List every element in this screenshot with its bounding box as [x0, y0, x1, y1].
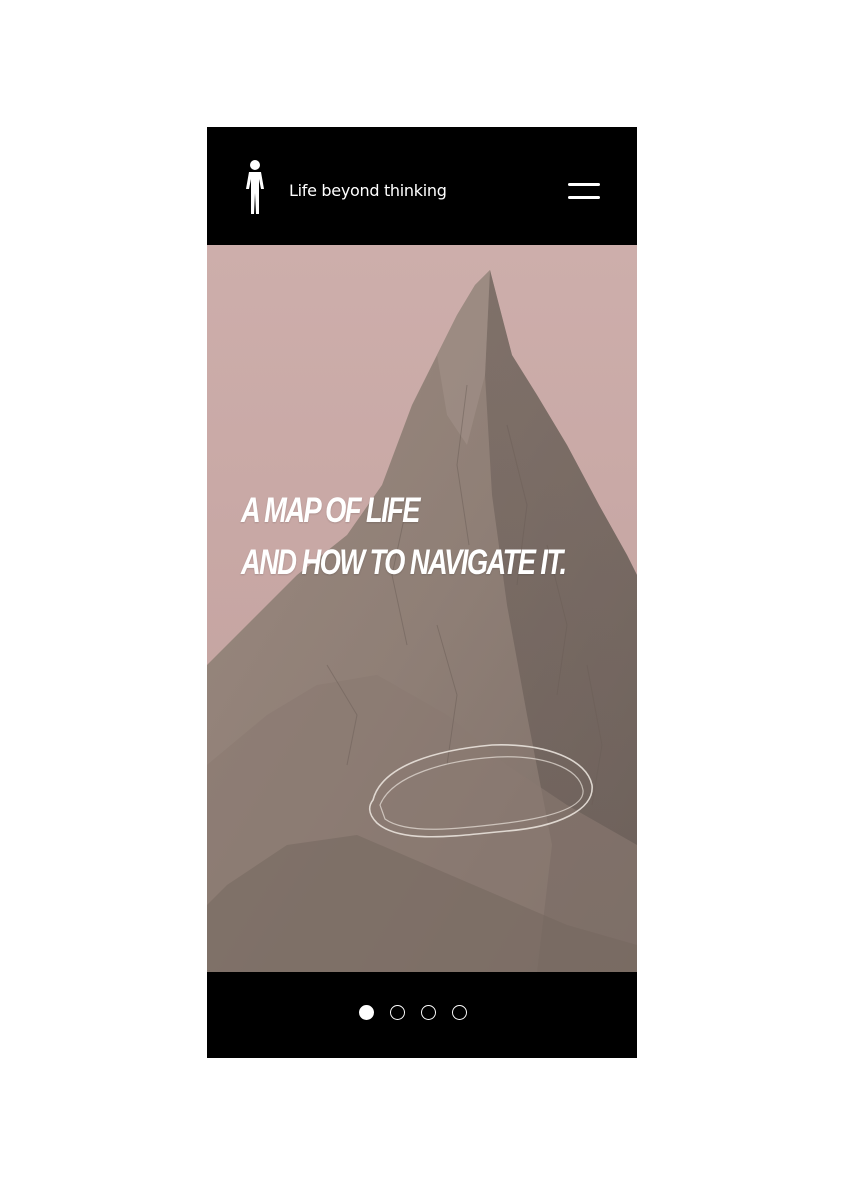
pagination-dot-1[interactable]	[359, 1005, 374, 1020]
phone-frame: Life beyond thinking A MAP OF LIFE AND H…	[207, 127, 637, 1058]
footer-bar	[207, 972, 637, 1058]
person-standing-icon[interactable]	[240, 159, 270, 215]
pagination-dot-2[interactable]	[390, 1005, 405, 1020]
hamburger-menu-icon[interactable]	[568, 181, 600, 203]
pagination-dots	[359, 1005, 467, 1025]
header: Life beyond thinking	[207, 127, 637, 245]
menu-line	[568, 196, 600, 199]
menu-line	[568, 183, 600, 186]
pagination-dot-4[interactable]	[452, 1005, 467, 1020]
hero-headline: A MAP OF LIFE AND HOW TO NAVIGATE IT.	[241, 485, 567, 589]
mountain-image	[207, 245, 637, 972]
brand-tagline[interactable]: Life beyond thinking	[289, 181, 447, 200]
hero-section: A MAP OF LIFE AND HOW TO NAVIGATE IT.	[207, 245, 637, 972]
headline-line-2: AND HOW TO NAVIGATE IT.	[241, 543, 567, 582]
headline-line-1: A MAP OF LIFE	[241, 491, 420, 530]
pagination-dot-3[interactable]	[421, 1005, 436, 1020]
